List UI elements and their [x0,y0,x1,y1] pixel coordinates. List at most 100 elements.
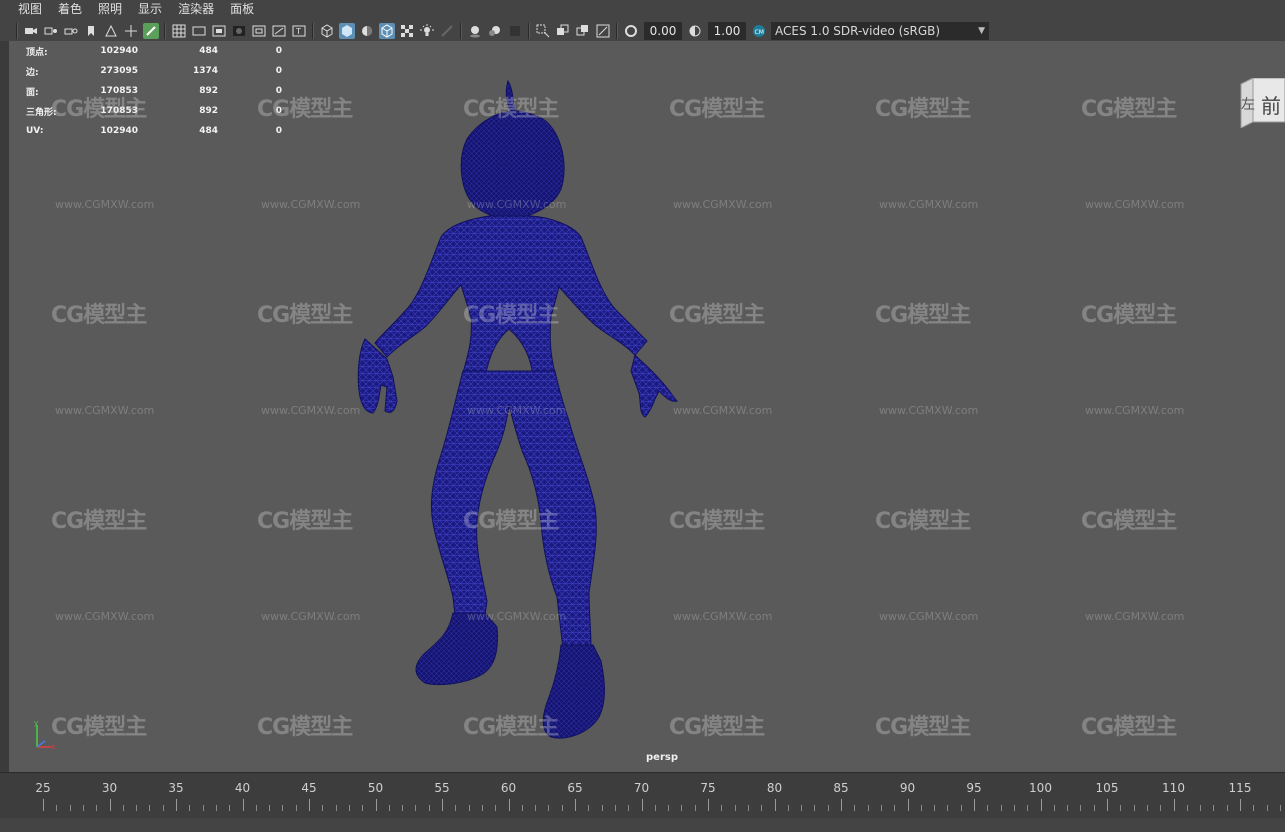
view-transform-icon[interactable]: CM [751,23,767,39]
frame-tick-minor [1186,805,1188,811]
frame-tick-label: 50 [367,781,384,795]
frame-tick-minor [761,805,763,811]
camera-select-icon[interactable] [23,23,39,39]
colorspace-dropdown[interactable]: ACES 1.0 SDR-video (sRGB) ▼ [771,22,989,40]
resolution-gate-icon[interactable] [211,23,227,39]
view-cube[interactable]: 左 前 [1239,77,1285,129]
grid-icon[interactable] [171,23,187,39]
hud-value-object: 1374 [192,66,218,76]
motion-blur-icon[interactable] [487,23,503,39]
multisample-aa-icon[interactable] [507,23,523,39]
camera-attributes-icon[interactable] [43,23,59,39]
frame-tick-minor [628,805,630,811]
watermark-url: www.CGMXW.com [261,610,361,623]
xray-joints-icon[interactable] [595,23,611,39]
safe-title-icon[interactable]: T [291,23,307,39]
gate-mask-icon[interactable] [231,23,247,39]
watermark-url: www.CGMXW.com [1085,610,1185,623]
frame-tick-major [1107,799,1108,811]
hud-value-object: 484 [199,126,218,136]
field-chart-icon[interactable] [251,23,267,39]
watermark-logo: CG模型主 [875,97,971,122]
range-slider-bar[interactable] [0,818,1285,832]
frame-tick-minor [1279,805,1281,811]
frame-tick-minor [1093,805,1095,811]
xray-active-components-icon[interactable] [575,23,591,39]
default-material-icon[interactable] [359,23,375,39]
watermark-logo: CG模型主 [669,715,765,740]
frame-tick-label: 80 [766,781,783,795]
watermark-logo: CG模型主 [669,303,765,328]
watermark-logo: CG模型主 [51,97,147,122]
menu-lighting[interactable]: 照明 [90,0,130,19]
wireframe-icon[interactable] [319,23,335,39]
frame-tick-major [242,799,244,811]
viewcube-left-face[interactable]: 左 [1241,94,1255,114]
frame-tick-minor [947,805,949,811]
menu-renderer[interactable]: 渲染器 [170,0,222,19]
textured-icon[interactable] [399,23,415,39]
frame-tick-minor [282,805,284,811]
watermark-logo: CG模型主 [257,97,353,122]
bookmark-icon[interactable] [83,23,99,39]
safe-action-icon[interactable] [271,23,287,39]
camera-lock-icon[interactable] [63,23,79,39]
watermark-logo: CG模型主 [669,97,765,122]
watermark-url: www.CGMXW.com [55,404,155,417]
frame-tick-minor [69,805,71,811]
frame-tick-label: 45 [301,781,317,795]
gamma-field[interactable] [708,22,746,40]
viewcube-front-face[interactable]: 前 [1261,90,1281,119]
two-d-pan-icon[interactable] [143,23,159,39]
colorspace-label: ACES 1.0 SDR-video (sRGB) [775,24,941,38]
pivot-icon[interactable] [123,23,139,39]
hud-value-selected: 0 [275,126,282,136]
xray-icon[interactable] [555,23,571,39]
watermark-logo: CG模型主 [669,509,765,534]
shadows-icon[interactable] [439,23,455,39]
frame-tick-minor [814,805,816,811]
exposure-icon[interactable] [623,23,639,39]
frame-tick-label: 110 [1162,781,1185,795]
viewport-panel[interactable]: 顶点: 102940 484 0 边: 273095 1374 0 面: 170853 892 0… [9,41,1285,772]
hud-value-scene: 273095 [100,66,138,76]
watermark-url: www.CGMXW.com [673,404,773,417]
svg-text:x: x [51,743,55,751]
frame-tick-minor [215,805,217,811]
menu-panels[interactable]: 面板 [222,0,262,19]
frame-tick-minor [1027,805,1029,811]
menu-shading[interactable]: 着色 [50,0,90,19]
watermark-logo: CG模型主 [1081,509,1177,534]
lighting-icon[interactable] [419,23,435,39]
frame-tick-minor [694,805,696,811]
menu-show[interactable]: 显示 [130,0,170,19]
hud-row: 顶点: 102940 484 0 [26,41,282,61]
screen-space-ao-icon[interactable] [467,23,483,39]
gamma-icon[interactable] [687,23,703,39]
image-plane-icon[interactable] [103,23,119,39]
hud-value-object: 484 [199,46,218,56]
frame-tick-label: 70 [633,781,650,795]
isolate-select-icon[interactable] [535,23,551,39]
frame-tick-minor [335,805,337,811]
hud-value-selected: 0 [275,46,282,56]
frame-tick-minor [1000,805,1002,811]
watermark-url: www.CGMXW.com [467,198,567,211]
smooth-shade-icon[interactable] [339,23,355,39]
watermark-logo: CG模型主 [463,509,559,534]
menu-view[interactable]: 视图 [0,0,50,19]
frame-tick-label: 40 [234,781,251,795]
frame-tick-minor [668,805,670,811]
exposure-field[interactable] [644,22,682,40]
time-slider[interactable]: 25 30 35 40 45 50 55 60 65 70 75 80 85 90 95 100 105 110 1… [0,772,1285,819]
film-gate-icon[interactable] [191,23,207,39]
frame-tick-minor [1120,805,1122,811]
wireframe-on-shaded-icon[interactable] [379,23,395,39]
frame-tick-label: 25 [35,781,51,795]
watermark-logo: CG模型主 [875,715,971,740]
axis-indicator: y x [29,719,69,759]
frame-tick-minor [322,805,324,811]
frame-tick-major [1240,799,1241,811]
hud-value-scene: 102940 [100,46,138,56]
hud-value-selected: 0 [275,66,282,76]
